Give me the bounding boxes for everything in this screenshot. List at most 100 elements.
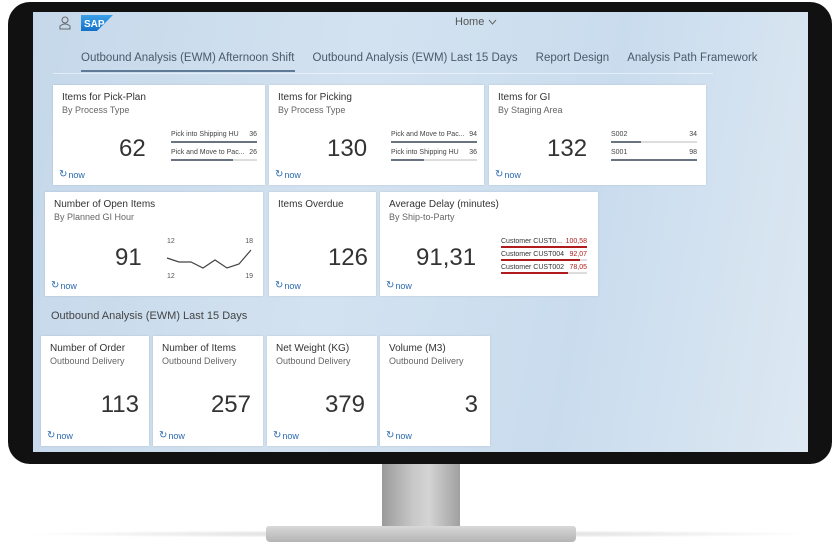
refresh-label: now <box>56 430 73 441</box>
refresh-icon[interactable]: ↻ <box>275 280 283 291</box>
tile-title: Volume (M3) <box>389 343 446 354</box>
tile-title: Items for GI <box>498 92 551 103</box>
tile-net-weight[interactable]: Net Weight (KG) Outbound Delivery 379 ↻ n… <box>267 336 377 446</box>
monitor-stand-neck <box>382 464 460 528</box>
kpi-value: 257 <box>210 391 251 418</box>
tile-subtitle: By Planned GI Hour <box>54 212 135 222</box>
tile-title: Net Weight (KG) <box>276 343 350 354</box>
group-title-last-15-days: Outbound Analysis (EWM) Last 15 Days <box>51 310 248 322</box>
trend-label-bottom-right: 19 <box>245 273 253 280</box>
comparison-label: S002 <box>611 131 628 138</box>
tile-footer: ↻ now <box>275 169 301 180</box>
tile-title: Average Delay (minutes) <box>389 199 499 210</box>
tile-footer: ↻ now <box>51 280 77 291</box>
trend-label-top-right: 18 <box>245 238 253 245</box>
tab-report-design[interactable]: Report Design <box>536 52 610 72</box>
comparison-label: S001 <box>611 149 628 156</box>
tile-subtitle: By Ship-to-Party <box>389 212 455 222</box>
tile-footer: ↻ now <box>159 430 185 441</box>
tile-footer: ↻ now <box>386 280 412 291</box>
refresh-icon[interactable]: ↻ <box>159 430 167 441</box>
comparison-value: 94 <box>469 131 477 138</box>
kpi-value: 126 <box>327 244 368 271</box>
comparison-label: Pick and Move to Pac... <box>171 149 245 156</box>
chevron-down-icon <box>488 16 497 28</box>
refresh-icon[interactable]: ↻ <box>59 169 67 180</box>
comparison-row: Pick into Shipping HU 36 <box>391 149 477 167</box>
comparison-label: Customer CUST0... <box>501 238 563 245</box>
trend-line <box>166 249 252 269</box>
refresh-icon[interactable]: ↻ <box>275 169 283 180</box>
tile-footer: ↻ now <box>275 280 301 291</box>
kpi-value: 91 <box>115 244 142 271</box>
kpi-value: 130 <box>327 135 368 162</box>
home-menu[interactable]: Home <box>455 16 497 28</box>
comparison-value: 26 <box>249 149 257 156</box>
refresh-icon[interactable]: ↻ <box>51 280 59 291</box>
refresh-label: now <box>168 430 185 441</box>
comparison-label: Pick into Shipping HU <box>171 131 239 138</box>
tile-subtitle: By Process Type <box>278 105 346 115</box>
comparison-label: Customer CUST004 <box>501 251 565 258</box>
comparison-bar <box>171 141 257 143</box>
tab-analysis-path-framework[interactable]: Analysis Path Framework <box>627 52 757 72</box>
group-tabs: Outbound Analysis (EWM) Afternoon Shift … <box>81 52 758 72</box>
tile-items-overdue[interactable]: Items Overdue 126 ↻ now <box>269 192 376 296</box>
comparison-label: Pick into Shipping HU <box>391 149 459 156</box>
refresh-icon[interactable]: ↻ <box>386 280 394 291</box>
trend-chart: 12 18 12 19 <box>163 238 255 280</box>
tile-number-of-open-items[interactable]: Number of Open Items By Planned GI Hour … <box>45 192 263 296</box>
tile-items-for-pick-plan[interactable]: Items for Pick-Plan By Process Type 62 P… <box>53 85 265 185</box>
refresh-label: now <box>282 430 299 441</box>
tile-footer: ↻ now <box>495 169 521 180</box>
tile-footer: ↻ now <box>386 430 412 441</box>
user-icon[interactable] <box>59 16 71 30</box>
comparison-chart: Pick into Shipping HU 36 Pick and Move t… <box>171 131 257 167</box>
comparison-row: Pick into Shipping HU 36 <box>171 131 257 149</box>
tile-number-of-order[interactable]: Number of Order Outbound Delivery 113 ↻ n… <box>41 336 149 446</box>
tile-subtitle: By Process Type <box>62 105 130 115</box>
refresh-label: now <box>60 280 77 291</box>
tile-items-for-gi[interactable]: Items for GI By Staging Area 132 S002 34… <box>489 85 706 185</box>
home-label: Home <box>455 16 485 28</box>
comparison-row: Pick and Move to Pac... 94 <box>391 131 477 149</box>
tile-subtitle: Outbound Delivery <box>50 356 125 366</box>
comparison-row: Customer CUST0... 100,58 <box>501 238 587 251</box>
refresh-label: now <box>284 280 301 291</box>
trend-label-bottom-left: 12 <box>167 273 175 280</box>
tile-subtitle: Outbound Delivery <box>162 356 237 366</box>
tab-afternoon-shift[interactable]: Outbound Analysis (EWM) Afternoon Shift <box>81 52 295 72</box>
launchpad-screen: SAP Home Outbound Analysis (EWM) Afterno… <box>33 12 808 452</box>
refresh-icon[interactable]: ↻ <box>47 430 55 441</box>
kpi-value: 379 <box>324 391 365 418</box>
comparison-label: Pick and Move to Pac... <box>391 131 465 138</box>
tile-footer: ↻ now <box>59 169 85 180</box>
tile-volume[interactable]: Volume (M3) Outbound Delivery 3 ↻ now <box>380 336 490 446</box>
kpi-value: 132 <box>547 135 588 162</box>
comparison-row: Pick and Move to Pac... 26 <box>171 149 257 167</box>
tile-subtitle: Outbound Delivery <box>389 356 464 366</box>
monitor-stand-base <box>266 526 576 542</box>
comparison-bar <box>391 141 477 143</box>
kpi-value: 3 <box>464 391 478 418</box>
tile-number-of-items[interactable]: Number of Items Outbound Delivery 257 ↻ n… <box>153 336 263 446</box>
refresh-icon[interactable]: ↻ <box>386 430 394 441</box>
tile-footer: ↻ now <box>273 430 299 441</box>
comparison-label: Customer CUST002 <box>501 264 565 271</box>
refresh-icon[interactable]: ↻ <box>273 430 281 441</box>
comparison-bar <box>501 246 587 248</box>
tile-items-for-picking[interactable]: Items for Picking By Process Type 130 Pi… <box>269 85 484 185</box>
comparison-value: 78,05 <box>569 264 587 271</box>
tile-average-delay[interactable]: Average Delay (minutes) By Ship-to-Party… <box>380 192 598 296</box>
refresh-icon[interactable]: ↻ <box>495 169 503 180</box>
comparison-value: 98 <box>689 149 697 156</box>
tile-footer: ↻ now <box>47 430 73 441</box>
tab-divider <box>53 73 713 74</box>
refresh-label: now <box>504 169 521 180</box>
tab-last-15-days[interactable]: Outbound Analysis (EWM) Last 15 Days <box>313 52 518 72</box>
refresh-label: now <box>395 430 412 441</box>
tile-title: Items for Picking <box>278 92 352 103</box>
trend-line-svg <box>166 249 252 269</box>
comparison-value: 92,07 <box>569 251 587 258</box>
sap-logo[interactable]: SAP <box>81 15 113 31</box>
